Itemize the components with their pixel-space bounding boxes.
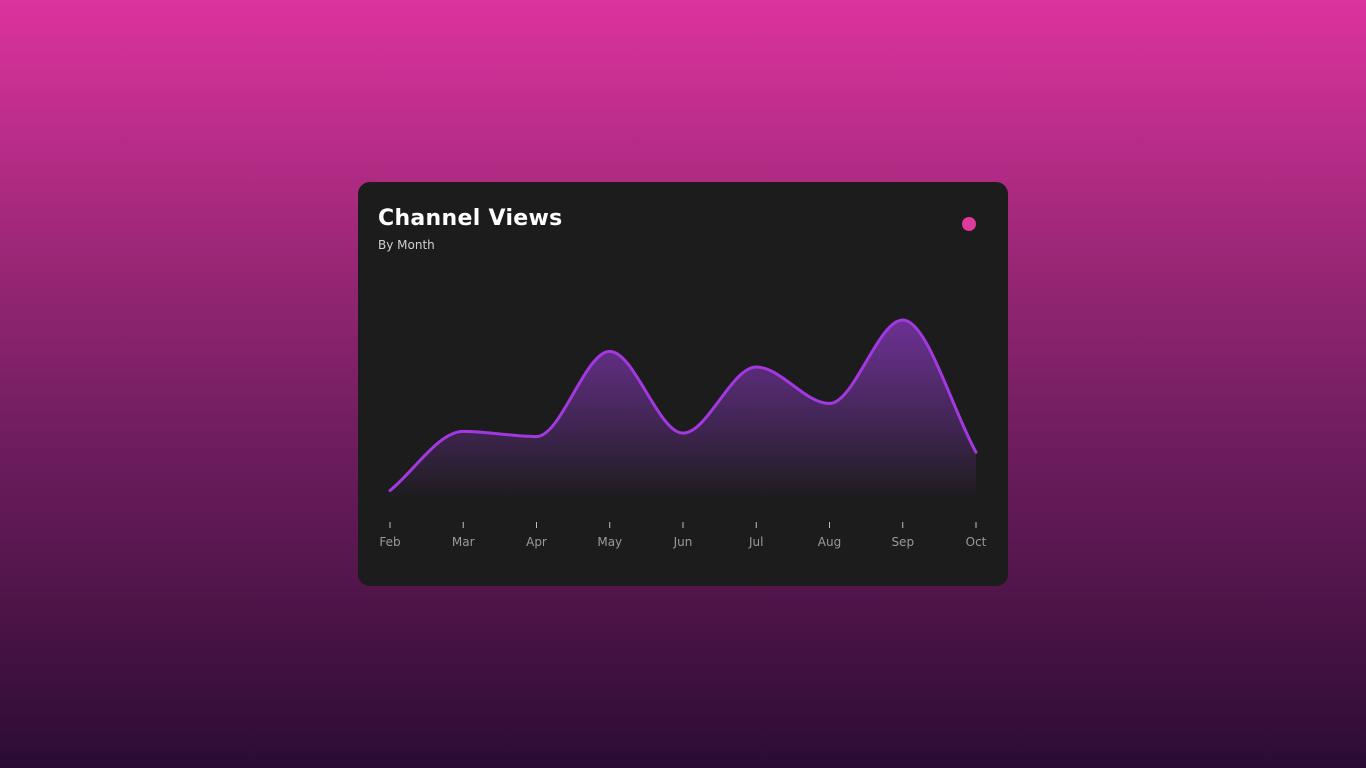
data-point-apr[interactable] [531,431,543,443]
x-tick-label-aug: Aug [818,535,841,549]
data-point-mar[interactable] [457,425,469,437]
x-tick-label-may: May [597,535,622,549]
x-tick-label-sep: Sep [891,535,914,549]
data-point-jul[interactable] [750,361,762,373]
data-point-may[interactable] [604,345,616,357]
x-tick-label-jun: Jun [673,535,693,549]
x-tick-label-apr: Apr [526,535,547,549]
area-chart: Feb Mar Apr May Jun Jul Aug Sep Oct [379,314,987,549]
chart-card: Channel Views By Month Feb Mar Apr May Jun Ju… [358,182,1008,586]
x-tick-label-mar: Mar [452,535,475,549]
data-point-oct[interactable] [970,446,982,458]
data-point-sep[interactable] [897,314,909,326]
data-point-jun[interactable] [677,427,689,439]
data-point-aug[interactable] [824,398,836,410]
area-fill [390,320,976,500]
x-tick-label-feb: Feb [379,535,400,549]
x-tick-label-oct: Oct [966,535,987,549]
x-tick-label-jul: Jul [748,535,763,549]
data-point-feb[interactable] [384,485,396,497]
